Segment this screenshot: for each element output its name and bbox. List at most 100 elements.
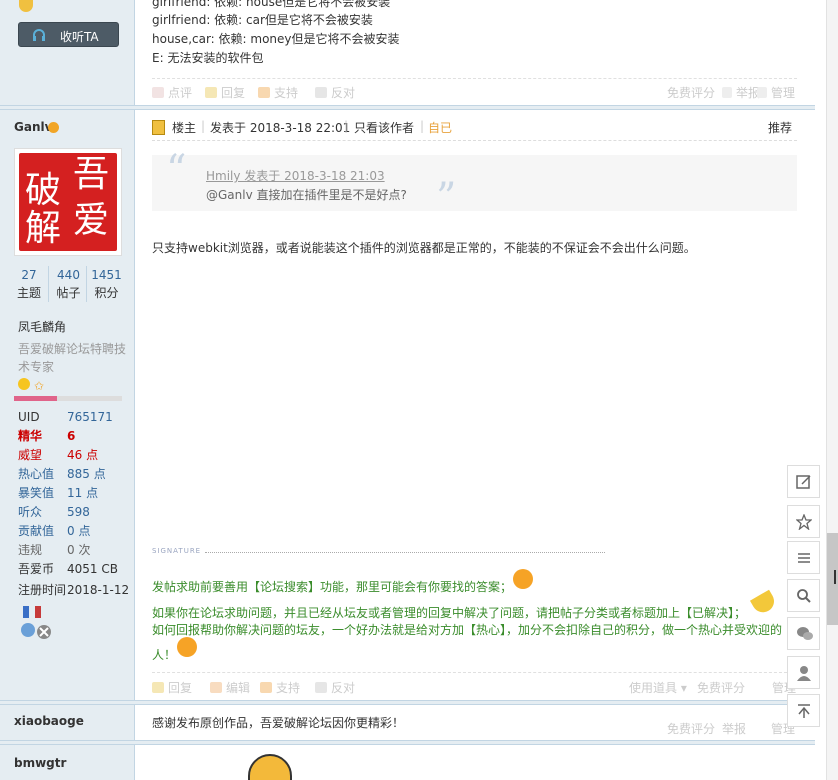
favorite-button[interactable] [787, 505, 820, 538]
stat-posts[interactable]: 440 帖子 [48, 266, 88, 302]
avatar-char: 爱 [72, 200, 109, 241]
rate-icon [152, 87, 164, 98]
post-content-area [135, 0, 815, 780]
page-scrollbar[interactable] [826, 0, 838, 780]
author-name[interactable]: Ganlv [14, 120, 52, 134]
search-icon [797, 589, 811, 603]
post-separator [0, 105, 815, 110]
quote-author[interactable]: Hmily 发表于 2018-3-18 21:03 [206, 167, 385, 184]
header-divider [152, 140, 797, 141]
manage-icon [757, 87, 767, 98]
free-rate-link[interactable]: 免费评分 [697, 679, 745, 696]
avatar-char: 解 [24, 208, 61, 249]
star-icon [796, 514, 812, 530]
support-link[interactable]: 支持 [258, 84, 298, 101]
reply-link[interactable]: 回复 [205, 84, 245, 101]
thumbs-down-icon [315, 87, 327, 98]
recommend-link[interactable]: 推荐 [768, 119, 792, 136]
user-group[interactable]: 凤毛麟角 [18, 318, 66, 335]
quote-text: @Ganlv 直接加在插件里是不是好点? [206, 188, 407, 202]
menu-button[interactable] [787, 541, 820, 574]
prop-laughs: 暴笑值 11 点 [18, 486, 99, 500]
prop-register-date: 注册时间2018-1-12 [18, 583, 130, 597]
prop-digest: 精华 6 [18, 429, 76, 443]
pencil-icon [210, 682, 222, 693]
surprised-emoji-icon [177, 637, 197, 657]
author-name[interactable]: xiaobaoge [14, 714, 84, 728]
free-rate-link[interactable]: 免费评分 [667, 720, 715, 737]
avatar[interactable]: 吾 破 爱 解 [14, 148, 122, 256]
quote-close-icon: ” [436, 175, 457, 221]
stat-credits[interactable]: 1451 积分 [86, 266, 126, 302]
separator: | [420, 119, 425, 133]
listen-button[interactable]: 收听TA [18, 22, 119, 47]
level-bar-fill [14, 396, 58, 401]
user-title: 吾爱破解论坛特聘技术专家 [18, 342, 127, 374]
report-link[interactable]: 举报 [722, 84, 760, 101]
user-icon [797, 666, 811, 681]
avatar-char: 破 [24, 170, 61, 211]
signature-line: 如何回报帮助你解决问题的坛友，一个好办法就是给对方加【热心】，加分不会扣除自己的… [152, 623, 783, 637]
edit-post-button[interactable] [787, 465, 820, 498]
laugh-emoji-icon [513, 569, 533, 589]
free-rate-link[interactable]: 免费评分 [667, 84, 715, 101]
support-link[interactable]: 支持 [260, 679, 300, 696]
author-name[interactable]: bmwgtr [14, 756, 66, 770]
back-to-top-icon [798, 704, 810, 718]
post-separator [0, 740, 815, 745]
level-stars-icon: ✩ [18, 378, 44, 393]
use-tool-link[interactable]: 使用道具 ▾ [629, 679, 687, 696]
post-separator [0, 700, 815, 705]
reply-icon [205, 87, 217, 98]
prop-uid: UID 765171 [18, 410, 113, 424]
manage-link[interactable]: 管理 [757, 84, 795, 101]
avatar-char: 吾 [72, 154, 109, 195]
posted-at: 发表于 2018-3-18 22:01 [210, 121, 351, 135]
prop-prestige: 威望 46 点 [18, 448, 99, 462]
separator: | [201, 119, 206, 133]
code-line: house,car: 依赖: money但是它将不会被安装 [152, 32, 400, 46]
listen-button-label: 收听TA [60, 30, 99, 44]
signature-label: SIGNATURE [152, 547, 202, 555]
medal-icon [20, 604, 60, 647]
stat-threads[interactable]: 27 主题 [9, 266, 49, 302]
oppose-link[interactable]: 反对 [315, 84, 355, 101]
only-author-link[interactable]: 只看该作者 [354, 119, 414, 136]
level-bar [14, 396, 122, 401]
report-link[interactable]: 举报 [722, 720, 746, 737]
user-button[interactable] [787, 656, 820, 689]
back-to-top-button[interactable] [787, 694, 820, 727]
prop-coins: 吾爱币 4051 CB [18, 562, 118, 576]
thumbs-down-icon [315, 682, 327, 693]
prop-enthusiasm: 热心值 885 点 [18, 467, 106, 481]
self-tag: 自已 [428, 121, 453, 135]
mouse-cursor [834, 570, 838, 584]
rate-link[interactable]: 点评 [152, 84, 192, 101]
signature-line: 人！ [152, 648, 177, 662]
wechat-icon [797, 627, 813, 640]
prop-violations: 违规 0 次 [18, 543, 91, 557]
search-button[interactable] [787, 579, 820, 612]
oppose-link[interactable]: 反对 [315, 679, 355, 696]
thumbs-up-icon [260, 682, 272, 693]
post-actions-divider [152, 672, 797, 673]
signature-divider [205, 552, 605, 553]
code-line: E: 无法安装的软件包 [152, 51, 264, 65]
reply-icon [152, 682, 164, 693]
headphones-icon [33, 29, 45, 41]
separator: | [344, 119, 349, 133]
edit-link[interactable]: 编辑 [210, 679, 250, 696]
prop-listeners: 听众 598 [18, 505, 90, 519]
reply-text: 感谢发布原创作品，吾爱破解论坛因你更精彩！ [152, 716, 405, 730]
signature-line: 如果你在论坛求助问题，并且已经从坛友或者管理的回复中解决了问题，请把帖子分类或者… [152, 606, 747, 620]
floor-icon [152, 120, 165, 135]
code-line: girlfriend: 依赖: car但是它将不会被安装 [152, 13, 373, 27]
signature-line: 发帖求助前要善用【论坛搜索】功能，那里可能会有你要找的答案； [152, 580, 513, 594]
reply-link[interactable]: 回复 [152, 679, 192, 696]
thumbs-up-icon [258, 87, 270, 98]
menu-icon [798, 553, 810, 563]
report-icon [722, 87, 732, 98]
quote-open-icon: “ [166, 147, 187, 193]
avatar-logo: 吾 破 爱 解 [19, 153, 117, 251]
wechat-button[interactable] [787, 617, 820, 650]
